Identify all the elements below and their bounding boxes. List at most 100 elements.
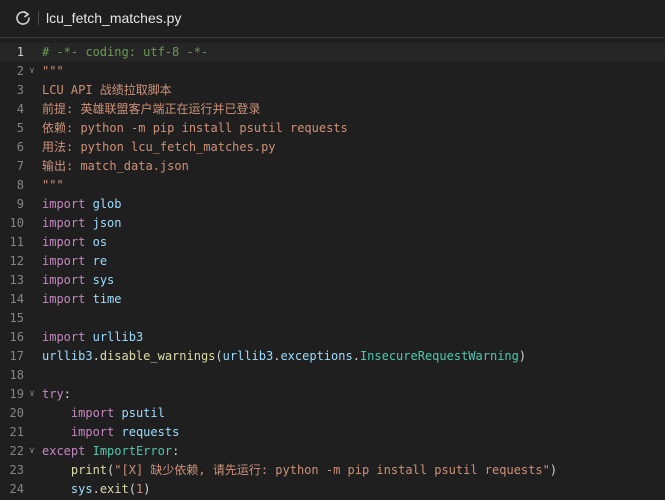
refresh-icon[interactable] xyxy=(14,9,32,27)
code-token: exit xyxy=(99,482,129,496)
code-editor[interactable]: 1 # -*- coding: utf-8 -*- 2 ∨ """ 3 LCU API 战绩… xyxy=(0,42,665,500)
line-number: 18 xyxy=(9,368,24,382)
code-token: requests xyxy=(121,425,180,439)
code-line[interactable]: 17 urllib3.disable_warnings(urllib3.excep… xyxy=(0,347,665,366)
code-line[interactable]: 15 xyxy=(0,309,665,328)
code-text: import time xyxy=(42,290,122,309)
code-token: 用法: python lcu_fetch_matches.py xyxy=(42,140,276,154)
code-line[interactable]: 2 ∨ """ xyxy=(0,62,665,81)
code-token: json xyxy=(92,216,122,230)
line-number: 17 xyxy=(9,349,24,363)
code-text: """ xyxy=(42,62,64,81)
code-token: re xyxy=(92,254,108,268)
code-text: try: xyxy=(42,385,71,404)
fold-chevron-icon[interactable]: ∨ xyxy=(27,442,37,461)
header-divider xyxy=(38,11,39,25)
code-line[interactable]: 6 用法: python lcu_fetch_matches.py xyxy=(0,138,665,157)
line-number: 12 xyxy=(9,254,24,268)
code-text: import sys xyxy=(42,271,114,290)
code-token: ImportError xyxy=(92,444,173,458)
code-token: exceptions xyxy=(280,349,353,363)
code-token: import xyxy=(70,425,115,439)
code-text: import re xyxy=(42,252,107,271)
line-number: 19 xyxy=(9,387,24,401)
code-token: : xyxy=(172,444,180,458)
code-line[interactable]: 23 print("[X] 缺少依赖, 请先运行: python -m pip … xyxy=(0,461,665,480)
code-line[interactable]: 10 import json xyxy=(0,214,665,233)
line-number: 2 xyxy=(16,64,24,78)
code-line[interactable]: 12 import re xyxy=(0,252,665,271)
code-token: ) xyxy=(518,349,527,363)
code-text: import glob xyxy=(42,195,122,214)
code-token: . xyxy=(92,482,100,496)
code-line[interactable]: 1 # -*- coding: utf-8 -*- xyxy=(0,43,665,62)
line-number: 7 xyxy=(16,159,24,173)
code-token: import xyxy=(42,235,86,249)
code-line[interactable]: 9 import glob xyxy=(0,195,665,214)
code-line[interactable]: 20 import psutil xyxy=(0,404,665,423)
code-line[interactable]: 14 import time xyxy=(0,290,665,309)
code-token: ) xyxy=(549,463,558,477)
code-line[interactable]: 16 import urllib3 xyxy=(0,328,665,347)
code-token: import xyxy=(42,292,86,306)
fold-chevron-icon[interactable]: ∨ xyxy=(27,62,37,81)
code-line[interactable]: 18 xyxy=(0,366,665,385)
code-text: 依赖: python -m pip install psutil request… xyxy=(42,119,348,138)
code-token: import xyxy=(42,330,86,344)
code-text: sys.exit(1) xyxy=(42,480,151,499)
code-token: : xyxy=(63,387,71,401)
code-line[interactable]: 8 """ xyxy=(0,176,665,195)
code-line[interactable]: 13 import sys xyxy=(0,271,665,290)
line-number: 14 xyxy=(9,292,24,306)
code-line[interactable]: 4 前提: 英雄联盟客户端正在运行并已登录 xyxy=(0,100,665,119)
code-line[interactable]: 11 import os xyxy=(0,233,665,252)
code-text: 用法: python lcu_fetch_matches.py xyxy=(42,138,276,157)
code-token: """ xyxy=(42,64,64,78)
file-name[interactable]: lcu_fetch_matches.py xyxy=(46,8,181,28)
line-number: 22 xyxy=(9,444,24,458)
code-line[interactable]: 22 ∨ except ImportError: xyxy=(0,442,665,461)
code-token: . xyxy=(352,349,360,363)
code-line[interactable]: 24 sys.exit(1) xyxy=(0,480,665,499)
code-text: """ xyxy=(42,176,64,195)
code-line[interactable]: 3 LCU API 战绩拉取脚本 xyxy=(0,81,665,100)
line-number: 4 xyxy=(16,102,24,116)
code-token: 输出: match_data.json xyxy=(42,159,189,173)
line-number: 10 xyxy=(9,216,24,230)
code-line[interactable]: 21 import requests xyxy=(0,423,665,442)
code-token: urllib3 xyxy=(42,349,93,363)
line-number: 13 xyxy=(9,273,24,287)
code-token: ( xyxy=(215,349,223,363)
code-token: sys xyxy=(92,273,115,287)
code-token: glob xyxy=(92,197,122,211)
line-number: 21 xyxy=(9,425,24,439)
code-token: urllib3 xyxy=(222,349,274,363)
code-token: time xyxy=(92,292,122,306)
code-text: 输出: match_data.json xyxy=(42,157,189,176)
code-token: except xyxy=(42,444,86,458)
code-token: ) xyxy=(143,482,151,496)
code-token: LCU API 战绩拉取脚本 xyxy=(42,83,172,97)
line-number: 20 xyxy=(9,406,24,420)
fold-chevron-icon[interactable]: ∨ xyxy=(27,385,37,404)
code-line[interactable]: 19 ∨ try: xyxy=(0,385,665,404)
code-token: import xyxy=(42,254,86,268)
code-token: InsecureRequestWarning xyxy=(359,349,519,363)
code-line[interactable]: 7 输出: match_data.json xyxy=(0,157,665,176)
code-token: import xyxy=(70,406,115,420)
code-text: 前提: 英雄联盟客户端正在运行并已登录 xyxy=(42,100,260,119)
code-token: import xyxy=(42,273,86,287)
code-token: os xyxy=(92,235,108,249)
code-text: # -*- coding: utf-8 -*- xyxy=(42,43,208,62)
code-line[interactable]: 5 依赖: python -m pip install psutil reques… xyxy=(0,119,665,138)
line-number: 24 xyxy=(9,482,24,496)
